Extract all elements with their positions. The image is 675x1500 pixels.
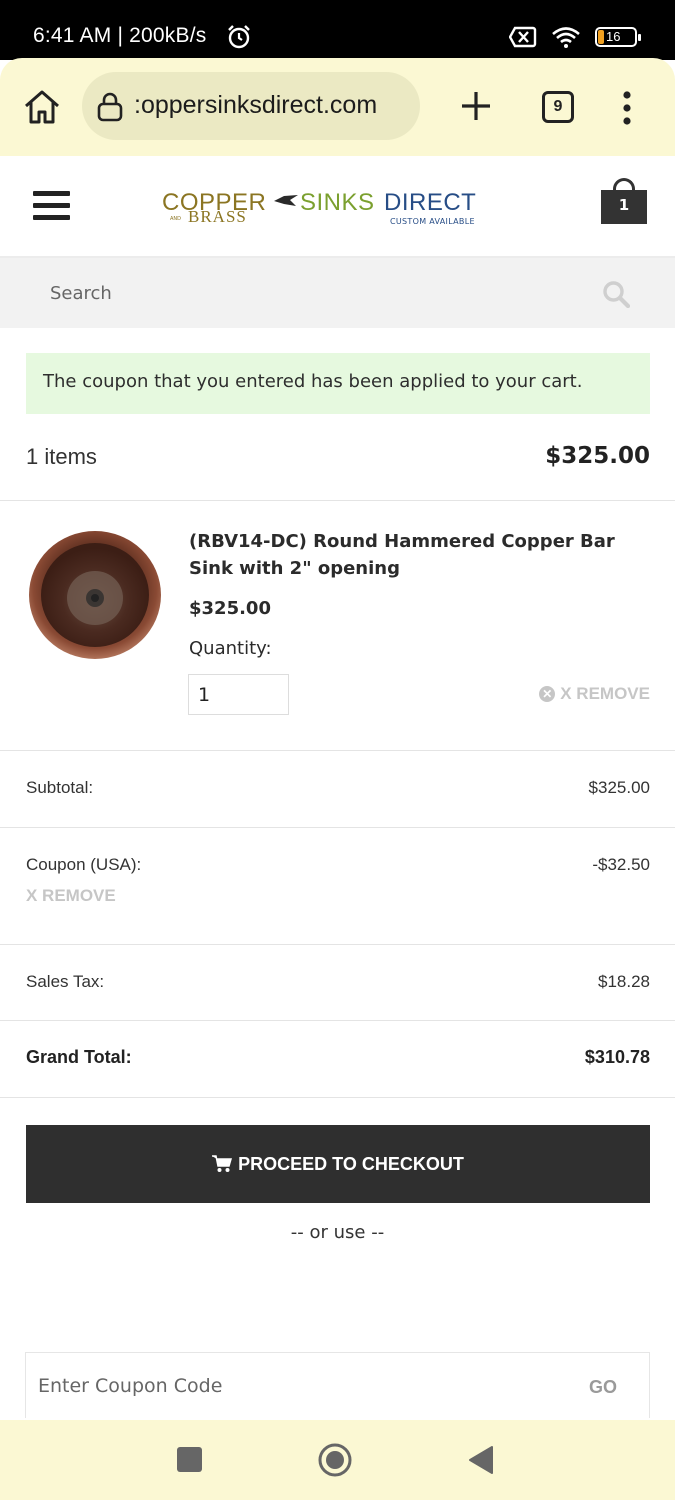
search-bar	[0, 258, 675, 328]
divider	[0, 827, 675, 828]
cart-count: 1	[618, 196, 630, 214]
hamburger-menu-icon[interactable]	[33, 191, 70, 221]
status-time: 6:41 AM | 200kB/s	[33, 24, 207, 47]
sim-off-icon	[509, 26, 537, 48]
product-name-link[interactable]: (RBV14-DC) Round Hammered Copper Bar Sin…	[189, 528, 659, 582]
system-nav-bar	[0, 1420, 675, 1500]
logo-and: AND	[170, 216, 182, 222]
sales-tax-label: Sales Tax:	[26, 972, 105, 991]
quantity-input[interactable]	[188, 674, 289, 715]
url-text[interactable]: :oppersinksdirect.com	[134, 91, 377, 120]
search-input[interactable]	[32, 273, 572, 313]
remove-item-label: X REMOVE	[560, 684, 650, 703]
tab-switcher-button[interactable]: 9	[542, 91, 574, 123]
logo-brass: BRASS	[188, 207, 247, 226]
back-icon[interactable]	[468, 1445, 494, 1475]
coupon-value: -$32.50	[592, 855, 650, 874]
divider	[0, 500, 675, 501]
grand-total-value: $310.78	[584, 1047, 650, 1067]
remove-coupon-button[interactable]: X REMOVE	[26, 886, 116, 906]
site-logo[interactable]: COPPER AND BRASS SINKS DIRECT CUSTOM AVA…	[160, 189, 490, 229]
coupon-form: GO	[25, 1352, 650, 1418]
cart-button[interactable]: 1	[601, 178, 647, 224]
divider	[0, 750, 675, 751]
search-icon[interactable]	[602, 280, 630, 308]
product-image[interactable]	[28, 530, 162, 660]
subtotal-value: $325.00	[588, 778, 650, 797]
new-tab-icon[interactable]	[458, 88, 494, 124]
quantity-label: Quantity:	[189, 638, 272, 659]
coupon-code-input[interactable]	[38, 1367, 518, 1405]
nav-home-icon[interactable]	[318, 1443, 352, 1477]
wifi-icon	[552, 27, 580, 48]
battery-icon: 16	[595, 27, 641, 47]
proceed-to-checkout-button[interactable]: PROCEED TO CHECKOUT	[26, 1125, 650, 1203]
coupon-go-button[interactable]: GO	[589, 1377, 617, 1398]
remove-item-button[interactable]: ✕ X REMOVE	[539, 684, 650, 704]
divider	[0, 1097, 675, 1098]
more-menu-icon[interactable]	[618, 88, 636, 128]
recents-icon[interactable]	[177, 1447, 202, 1472]
divider	[0, 1020, 675, 1021]
battery-level: 16	[606, 29, 621, 44]
or-use-text: -- or use --	[290, 1222, 385, 1243]
grand-total-label: Grand Total:	[26, 1047, 132, 1067]
items-total: $325.00	[545, 443, 650, 469]
browser-toolbar: :oppersinksdirect.com 9	[0, 58, 675, 156]
remove-circle-icon: ✕	[539, 686, 556, 702]
product-price: $325.00	[189, 598, 271, 619]
divider	[0, 944, 675, 945]
address-bar[interactable]: :oppersinksdirect.com	[82, 72, 420, 140]
coupon-success-alert: The coupon that you entered has been app…	[26, 353, 650, 414]
logo-sinks: SINKS	[300, 189, 375, 216]
bird-logo-icon	[274, 195, 298, 206]
lock-icon	[97, 92, 123, 122]
logo-custom-available: CUSTOM AVAILABLE	[390, 217, 475, 226]
subtotal-label: Subtotal:	[26, 778, 94, 797]
coupon-label: Coupon (USA):	[26, 855, 142, 874]
site-header: COPPER AND BRASS SINKS DIRECT CUSTOM AVA…	[0, 156, 675, 258]
status-bar: 6:41 AM | 200kB/s 16	[0, 0, 675, 60]
alarm-icon	[228, 25, 250, 49]
shopping-cart-icon	[212, 1155, 233, 1172]
checkout-label: PROCEED TO CHECKOUT	[238, 1153, 464, 1174]
logo-direct: DIRECT	[384, 189, 477, 216]
home-icon[interactable]	[22, 87, 62, 127]
sales-tax-value: $18.28	[598, 972, 650, 991]
items-count: 1 items	[26, 444, 97, 469]
